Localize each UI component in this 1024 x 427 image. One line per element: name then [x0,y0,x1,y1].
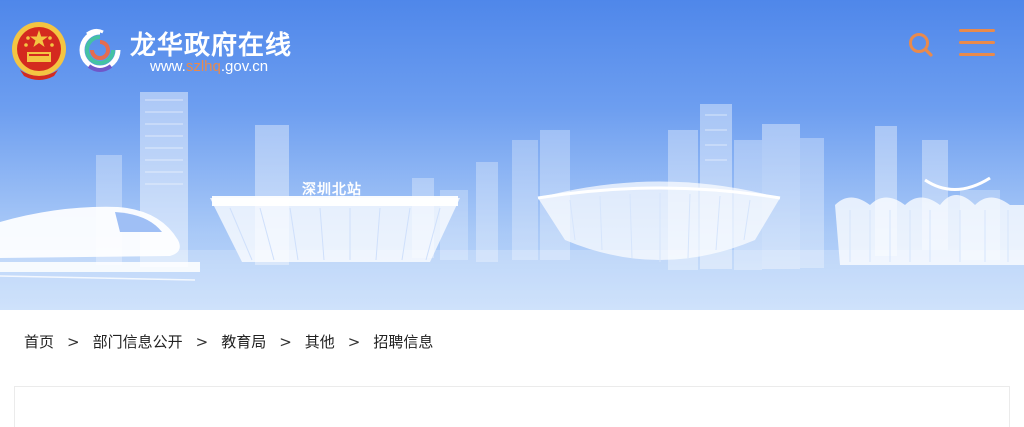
breadcrumb: 首页 > 部门信息公开 > 教育局 > 其他 > 招聘信息 [24,331,433,352]
breadcrumb-separator: > [195,332,209,351]
site-url-highlight: szlhq [185,58,221,75]
breadcrumb-home[interactable]: 首页 [24,331,54,352]
menu-button[interactable] [958,27,996,59]
search-button[interactable] [904,28,938,62]
site-title: 龙华政府在线 [130,31,293,61]
site-url[interactable]: www.szlhq.gov.cn [150,58,268,75]
breadcrumb-education-bureau[interactable]: 教育局 [221,331,266,352]
station-label: 深圳北站 [302,182,362,198]
breadcrumb-separator: > [67,332,80,351]
breadcrumb-separator: > [347,332,361,351]
content-panel [14,386,1010,427]
longhua-logo-icon [79,28,121,72]
header-banner: 龙华政府在线 www.szlhq.gov.cn 深圳北站 [0,0,1024,310]
breadcrumb-separator: > [279,332,292,351]
breadcrumb-dept-info[interactable]: 部门信息公开 [93,331,183,352]
site-url-suffix: .gov.cn [220,58,269,75]
hamburger-menu-icon [959,29,995,56]
site-url-prefix: www. [150,58,186,75]
search-icon [909,33,933,57]
breadcrumb-recruitment: 招聘信息 [373,333,434,351]
breadcrumb-other[interactable]: 其他 [305,331,335,352]
national-emblem-icon [12,22,66,80]
